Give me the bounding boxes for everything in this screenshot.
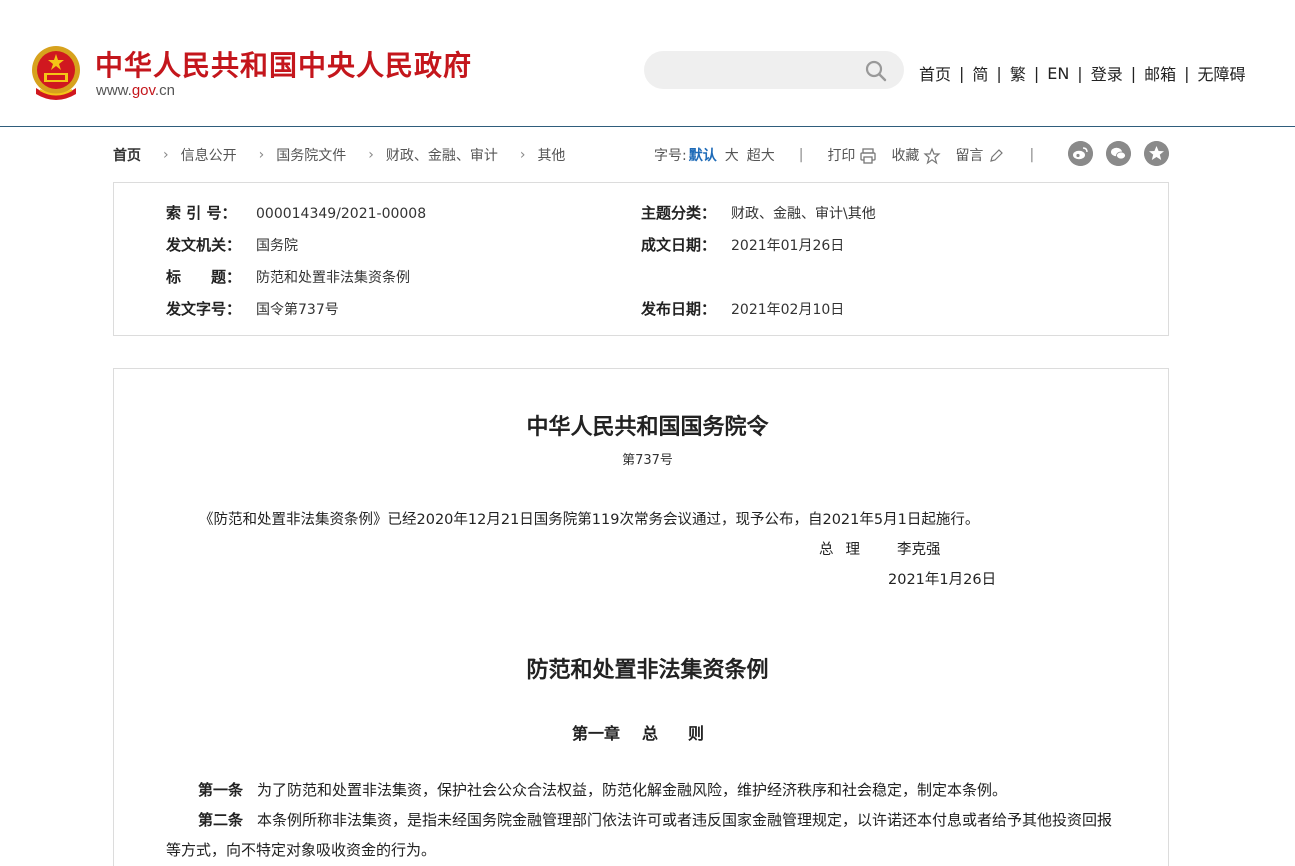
signer-name: 李克强 [897, 542, 941, 558]
info-label: 索 引 号： [166, 204, 237, 222]
info-topic: 主题分类： 财政、金融、审计\其他 [641, 202, 876, 223]
info-label: 发布日期： [641, 300, 717, 318]
font-size-default[interactable]: 默认 [689, 145, 717, 165]
site-title[interactable]: 中华人民共和国中央人民政府 [95, 44, 472, 84]
signer-role: 总理 [819, 542, 872, 558]
nav-home-link[interactable]: 首页 [919, 61, 951, 85]
article-text: 为了防范和处置非法集资，保护社会公众合法权益，防范化解金融风险，维护经济秩序和社… [257, 781, 1008, 799]
order-number: 第737号 [622, 453, 673, 468]
sign-date: 2021年1月26日 [888, 572, 997, 588]
wechat-icon[interactable] [1106, 141, 1131, 166]
breadcrumb-other[interactable]: 其他 [537, 145, 565, 165]
favorite-label: 收藏 [891, 148, 920, 164]
chapter-name: 总则 [642, 724, 735, 743]
breadcrumb-info-public[interactable]: 信息公开 [181, 145, 237, 165]
info-issuer: 发文机关： 国务院 [166, 234, 298, 255]
breadcrumb-home[interactable]: 首页 [113, 145, 141, 165]
promulgation-text: 《防范和处置非法集资条例》已经2020年12月21日国务院第119次常务会议通过… [199, 512, 980, 528]
nav-separator: | [1033, 63, 1040, 83]
info-value: 防范和处置非法集资条例 [256, 270, 410, 286]
info-written-date: 成文日期： 2021年01月26日 [641, 234, 844, 255]
printer-icon [860, 148, 877, 164]
domain-suffix: .cn [154, 82, 175, 99]
search-input[interactable] [660, 51, 860, 89]
nav-separator: | [1130, 63, 1137, 83]
info-label: 标 题： [166, 268, 242, 286]
info-label: 主题分类： [641, 204, 717, 222]
article-paragraph: 第二条 本条例所称非法集资，是指未经国务院金融管理部门依法许可或者违反国家金融管理… [166, 805, 1126, 865]
info-value: 财政、金融、审计\其他 [731, 206, 876, 222]
chevron-right-icon: › [368, 147, 374, 163]
favorite-button[interactable]: 收藏 [891, 145, 942, 165]
info-value: 000014349/2021-00008 [256, 206, 427, 222]
info-title: 标 题： 防范和处置非法集资条例 [166, 266, 410, 287]
nav-traditional-link[interactable]: 繁 [1010, 61, 1026, 85]
comment-label: 留言 [955, 148, 984, 164]
info-value: 2021年02月10日 [731, 302, 845, 318]
tools-separator: | [798, 147, 804, 163]
font-size-label: 字号: [654, 148, 687, 164]
article-number: 第二条 [198, 811, 244, 829]
chapter-heading: 第一章 总则 [572, 720, 734, 744]
chevron-right-icon: › [163, 147, 169, 163]
info-value: 2021年01月26日 [731, 238, 845, 254]
article-number: 第一条 [198, 781, 244, 799]
breadcrumb-state-council-docs[interactable]: 国务院文件 [276, 145, 346, 165]
tools-separator: | [1029, 147, 1035, 163]
domain-prefix: www. [96, 82, 132, 99]
qzone-icon[interactable] [1144, 141, 1169, 166]
pencil-icon [990, 149, 1004, 162]
info-label: 发文字号： [166, 300, 242, 318]
search-icon[interactable] [864, 59, 888, 83]
nav-separator: | [959, 63, 965, 83]
national-emblem-icon[interactable] [30, 44, 82, 100]
nav-separator: | [1184, 63, 1190, 83]
nav-mail-link[interactable]: 邮箱 [1144, 61, 1176, 85]
info-label: 成文日期： [641, 236, 717, 254]
site-header: 中华人民共和国中央人民政府 www.gov.cn 首页 | 简 | 繁 | EN… [0, 0, 1295, 127]
info-doc-no: 发文字号： 国令第737号 [166, 298, 339, 319]
article-tools: 字号: 默认 大 超大 | 打印 收藏 留言 | [654, 145, 1034, 165]
domain-gov: gov [131, 82, 155, 99]
nav-separator: | [996, 63, 1002, 83]
top-nav: 首页 | 简 | 繁 | EN | 登录 | 邮箱 | 无障碍 [919, 61, 1246, 85]
nav-separator: | [1077, 63, 1083, 83]
breadcrumb: 首页 › 信息公开 › 国务院文件 › 财政、金融、审计 › 其他 [113, 145, 565, 165]
order-title: 中华人民共和国国务院令 [526, 414, 769, 440]
chevron-right-icon: › [519, 147, 526, 163]
star-outline-icon [923, 147, 942, 165]
nav-login-link[interactable]: 登录 [1091, 61, 1123, 85]
nav-accessibility-link[interactable]: 无障碍 [1198, 61, 1246, 85]
font-size-large[interactable]: 大 [725, 145, 739, 165]
article-text: 本条例所称非法集资，是指未经国务院金融管理部门依法许可或者违反国家金融管理规定，… [166, 811, 1113, 859]
signer: 总理 李克强 [819, 538, 941, 559]
weibo-icon[interactable] [1068, 141, 1093, 166]
print-button[interactable]: 打印 [827, 145, 877, 165]
print-label: 打印 [827, 148, 856, 164]
chevron-right-icon: › [258, 147, 265, 163]
comment-button[interactable]: 留言 [955, 145, 1005, 165]
font-size-xlarge[interactable]: 超大 [747, 145, 775, 165]
site-domain: www.gov.cn [96, 82, 175, 99]
chapter-number: 第一章 [572, 724, 621, 743]
info-value: 国令第737号 [256, 302, 339, 318]
info-index-no: 索 引 号： 000014349/2021-00008 [166, 202, 426, 223]
nav-simplified-link[interactable]: 简 [972, 61, 988, 85]
article-paragraph: 第一条 为了防范和处置非法集资，保护社会公众合法权益，防范化解金融风险，维护经济秩… [166, 775, 1126, 805]
regulation-title: 防范和处置非法集资条例 [526, 657, 769, 683]
info-value: 国务院 [256, 238, 298, 254]
breadcrumb-finance[interactable]: 财政、金融、审计 [386, 145, 498, 165]
info-label: 发文机关： [166, 236, 242, 254]
nav-english-link[interactable]: EN [1047, 64, 1069, 83]
info-publish-date: 发布日期： 2021年02月10日 [641, 298, 844, 319]
